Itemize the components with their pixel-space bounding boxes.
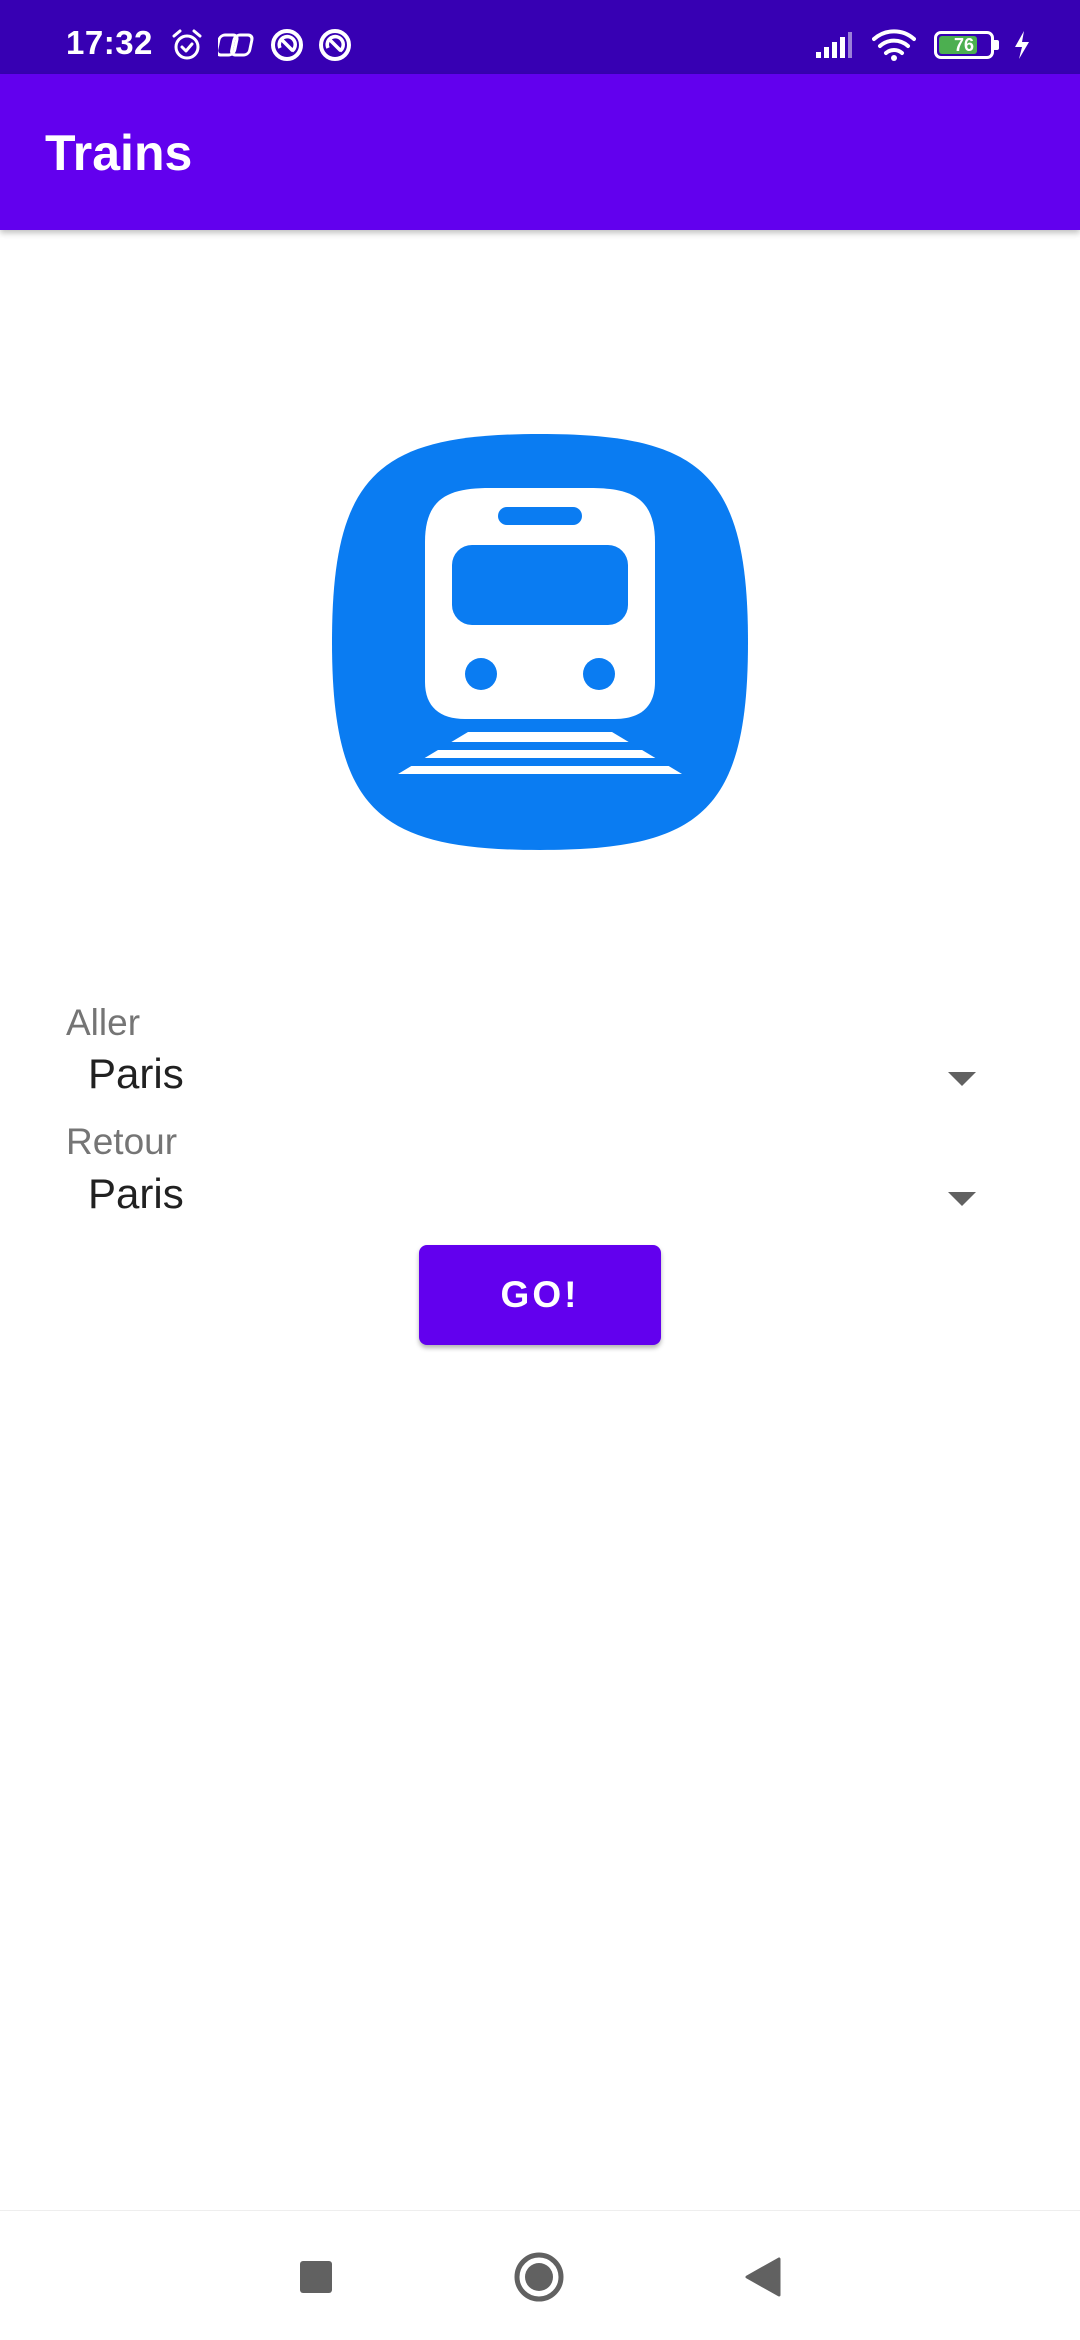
back-button[interactable] xyxy=(743,2256,783,2298)
retour-spinner[interactable]: Paris xyxy=(66,1158,976,1238)
screen: 17:32 76 Trains Aller Paris Retour Paris… xyxy=(0,0,1080,2340)
status-icons-right: 76 xyxy=(814,28,1032,62)
battery-level: 76 xyxy=(953,34,975,55)
link-icon xyxy=(218,33,254,57)
cellular-signal-icon xyxy=(816,32,852,58)
aller-value: Paris xyxy=(88,1050,184,1097)
status-time: 17:32 xyxy=(66,24,153,61)
retour-label: Retour xyxy=(66,1121,178,1162)
charging-icon xyxy=(1015,31,1029,59)
navigation-bar xyxy=(0,2210,1080,2340)
alarm-icon xyxy=(172,29,202,60)
go-button[interactable]: GO! xyxy=(419,1245,661,1345)
recents-button[interactable] xyxy=(300,2261,332,2293)
battery-icon: 76 xyxy=(934,31,999,59)
retour-value: Paris xyxy=(88,1170,184,1217)
wifi-icon xyxy=(872,29,916,61)
battery-tip xyxy=(994,40,999,50)
status-icons-left xyxy=(170,28,352,62)
status-bar: 17:32 76 xyxy=(0,0,1080,74)
app-title: Trains xyxy=(45,125,193,181)
sync-icon xyxy=(271,29,303,61)
sync-icon xyxy=(319,29,351,61)
train-icon xyxy=(332,434,748,850)
aller-spinner[interactable]: Paris xyxy=(66,1038,976,1118)
app-bar: Trains xyxy=(0,74,1080,230)
dropdown-arrow-icon xyxy=(948,1192,976,1206)
home-button[interactable] xyxy=(513,2251,565,2303)
dropdown-arrow-icon xyxy=(948,1072,976,1086)
